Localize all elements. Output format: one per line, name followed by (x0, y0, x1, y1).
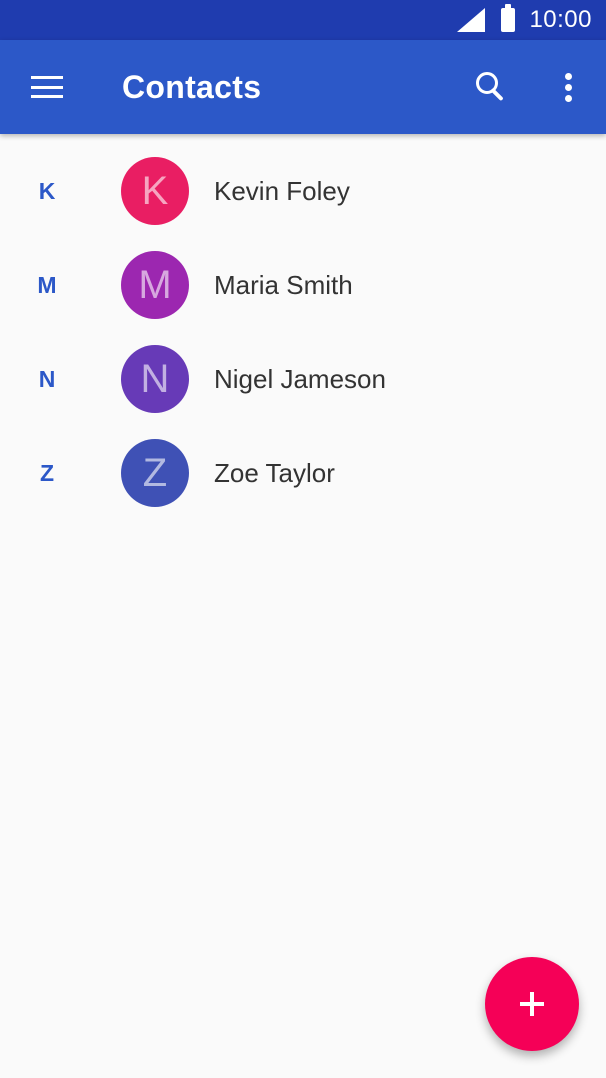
status-time: 10:00 (529, 6, 592, 33)
section-letter: N (38, 366, 56, 392)
avatar: K (121, 157, 189, 225)
status-bar: 10:00 (0, 0, 606, 40)
contact-name: Maria Smith (214, 270, 353, 300)
menu-icon (31, 76, 63, 98)
avatar: N (121, 345, 189, 413)
add-contact-button[interactable] (485, 957, 579, 1051)
overflow-menu-button[interactable] (548, 63, 590, 111)
menu-button[interactable] (18, 63, 76, 111)
contact-name: Zoe Taylor (214, 458, 335, 488)
contact-row[interactable]: M M Maria Smith (0, 238, 606, 332)
signal-icon (457, 8, 486, 32)
contact-name: Nigel Jameson (214, 364, 386, 394)
section-letter: M (37, 272, 57, 298)
contact-row[interactable]: N N Nigel Jameson (0, 332, 606, 426)
contact-row[interactable]: K K Kevin Foley (0, 144, 606, 238)
avatar: M (121, 251, 189, 319)
battery-icon (501, 4, 516, 32)
contact-row[interactable]: Z Z Zoe Taylor (0, 426, 606, 520)
contact-name: Kevin Foley (214, 176, 350, 206)
section-letter: Z (39, 460, 55, 486)
search-button[interactable] (466, 63, 514, 111)
app-bar: Contacts (0, 40, 606, 134)
contact-list: K K Kevin Foley M M Maria Smith N N Nige… (0, 134, 606, 520)
overflow-icon (565, 73, 572, 102)
plus-icon (520, 992, 544, 1016)
status-icons: 10:00 (457, 0, 592, 40)
page-title: Contacts (122, 69, 262, 105)
search-icon (466, 63, 514, 111)
avatar: Z (121, 439, 189, 507)
section-letter: K (38, 178, 56, 204)
